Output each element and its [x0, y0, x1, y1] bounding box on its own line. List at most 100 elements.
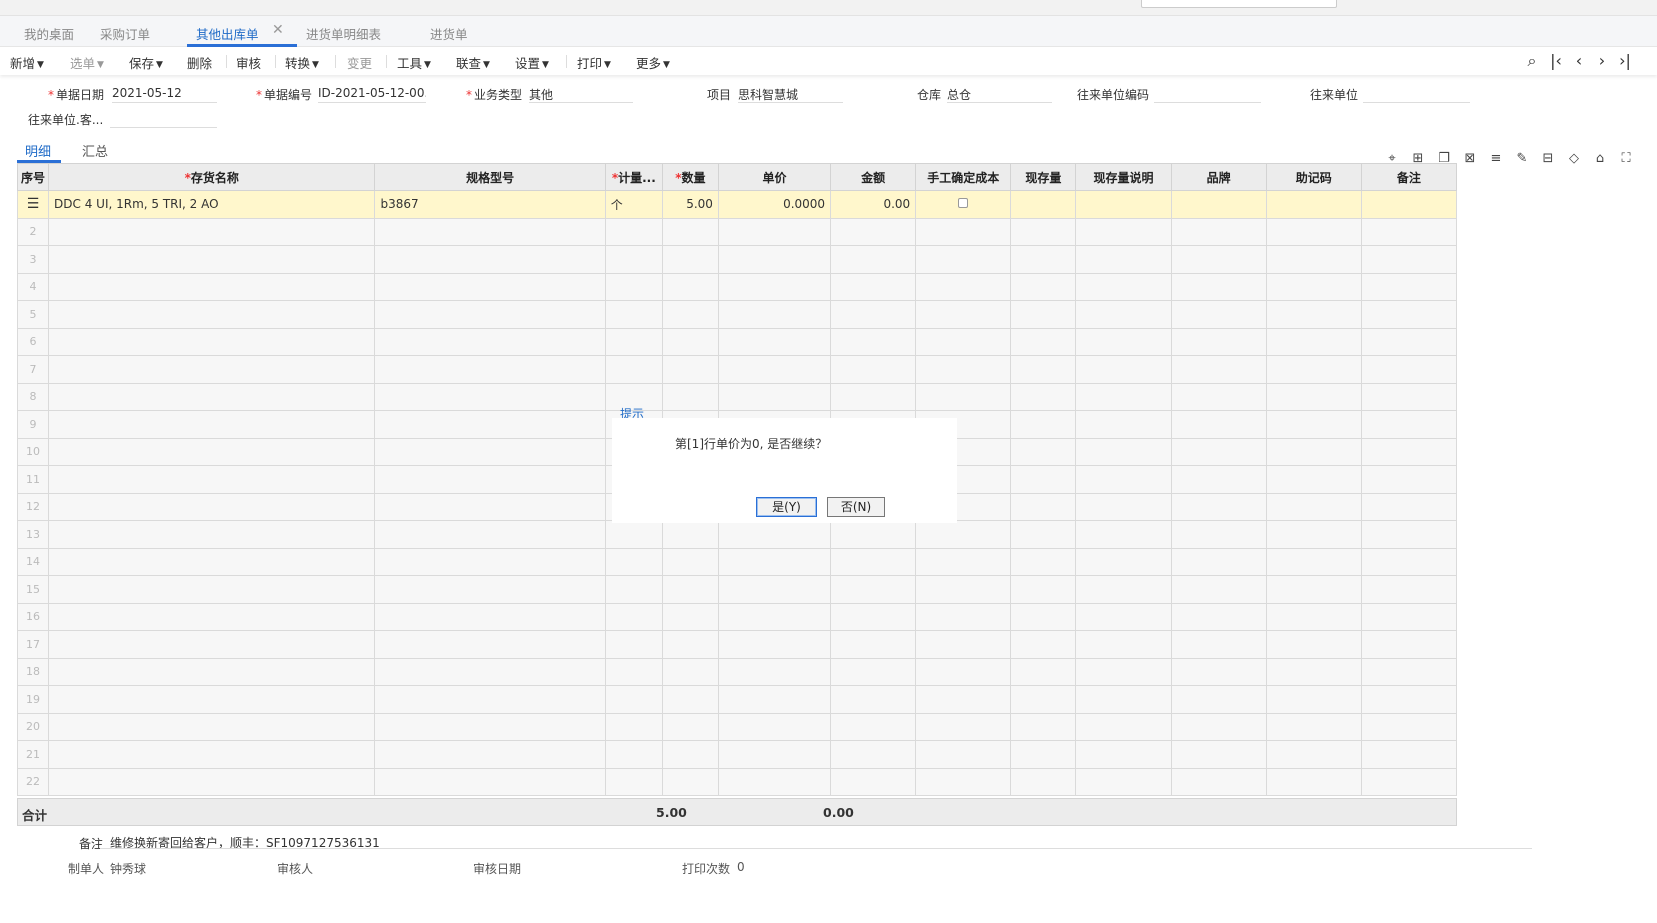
- table-cell[interactable]: [717, 657, 832, 686]
- table-cell[interactable]: [374, 685, 606, 714]
- table-cell[interactable]: [1170, 327, 1267, 356]
- table-row[interactable]: 2: [16, 217, 1458, 246]
- table-cell[interactable]: [1075, 520, 1172, 549]
- cell-remark[interactable]: [1360, 190, 1458, 219]
- table-cell[interactable]: [1075, 382, 1172, 411]
- table-cell[interactable]: [661, 685, 719, 714]
- table-cell[interactable]: [1265, 327, 1362, 356]
- table-cell[interactable]: [1075, 300, 1172, 329]
- table-cell[interactable]: [374, 272, 606, 301]
- settings-button[interactable]: 设置 ▼: [515, 53, 549, 72]
- table-cell[interactable]: [374, 465, 606, 494]
- table-cell[interactable]: [661, 630, 719, 659]
- table-cell[interactable]: [915, 355, 1012, 384]
- change-button[interactable]: 变更: [347, 53, 372, 72]
- table-cell[interactable]: [1265, 272, 1362, 301]
- table-cell[interactable]: [1360, 492, 1458, 521]
- table-cell[interactable]: [1010, 602, 1077, 631]
- table-cell[interactable]: [661, 217, 719, 246]
- table-cell[interactable]: [830, 382, 917, 411]
- table-cell[interactable]: [830, 602, 917, 631]
- table-cell[interactable]: [1010, 272, 1077, 301]
- cell-mnemonic[interactable]: [1265, 190, 1362, 219]
- fullscreen-icon[interactable]: ⛶: [1618, 151, 1634, 167]
- table-cell[interactable]: [661, 767, 719, 796]
- table-cell[interactable]: [604, 602, 663, 631]
- table-cell[interactable]: [915, 217, 1012, 246]
- last-record-icon[interactable]: ›|: [1616, 52, 1634, 70]
- table-cell[interactable]: [48, 575, 376, 604]
- table-cell[interactable]: [915, 575, 1012, 604]
- table-cell[interactable]: [915, 657, 1012, 686]
- table-cell[interactable]: [1360, 437, 1458, 466]
- table-cell[interactable]: [1075, 685, 1172, 714]
- table-cell[interactable]: [661, 575, 719, 604]
- table-cell[interactable]: [1265, 547, 1362, 576]
- table-row[interactable]: 8: [16, 382, 1458, 411]
- table-cell[interactable]: [604, 245, 663, 274]
- tag-icon[interactable]: ◇: [1566, 151, 1582, 167]
- table-cell[interactable]: [1265, 300, 1362, 329]
- cell-brand[interactable]: [1170, 190, 1267, 219]
- biz-type-field[interactable]: 其他: [529, 86, 633, 103]
- table-cell[interactable]: [374, 520, 606, 549]
- table-cell[interactable]: [604, 740, 663, 769]
- partner-field[interactable]: [1363, 86, 1470, 103]
- table-cell[interactable]: [604, 767, 663, 796]
- table-cell[interactable]: [1265, 217, 1362, 246]
- table-cell[interactable]: [1170, 355, 1267, 384]
- table-cell[interactable]: [1360, 382, 1458, 411]
- table-cell[interactable]: [374, 245, 606, 274]
- tab-receipt-detail[interactable]: 进货单明细表: [306, 24, 381, 43]
- table-cell[interactable]: [1170, 602, 1267, 631]
- table-cell[interactable]: [1265, 410, 1362, 439]
- table-cell[interactable]: [1010, 465, 1077, 494]
- table-cell[interactable]: [1360, 547, 1458, 576]
- link-query-button[interactable]: 联查 ▼: [456, 53, 490, 72]
- table-cell[interactable]: [604, 575, 663, 604]
- table-cell[interactable]: [1010, 685, 1077, 714]
- table-cell[interactable]: [1010, 217, 1077, 246]
- table-cell[interactable]: [915, 327, 1012, 356]
- table-row[interactable]: 21: [16, 740, 1458, 769]
- table-row[interactable]: 22: [16, 767, 1458, 796]
- table-cell[interactable]: [1360, 712, 1458, 741]
- warehouse-field[interactable]: 总仓: [947, 86, 1052, 103]
- table-cell[interactable]: [830, 740, 917, 769]
- table-cell[interactable]: [830, 685, 917, 714]
- col-header[interactable]: 备注: [1360, 163, 1458, 191]
- table-cell[interactable]: [915, 547, 1012, 576]
- table-cell[interactable]: [48, 740, 376, 769]
- table-cell[interactable]: [717, 740, 832, 769]
- table-cell[interactable]: [48, 630, 376, 659]
- table-cell[interactable]: [604, 272, 663, 301]
- cell-name[interactable]: DDC 4 UI, 1Rm, 5 TRI, 2 AO: [48, 190, 376, 219]
- table-cell[interactable]: [1010, 520, 1077, 549]
- col-header[interactable]: 品牌: [1170, 163, 1267, 191]
- table-cell[interactable]: [915, 602, 1012, 631]
- edit-icon[interactable]: ✎: [1514, 151, 1530, 167]
- table-cell[interactable]: [48, 272, 376, 301]
- table-cell[interactable]: [604, 547, 663, 576]
- table-cell[interactable]: [717, 602, 832, 631]
- cell-stock[interactable]: [1010, 190, 1077, 219]
- table-cell[interactable]: [1170, 657, 1267, 686]
- table-cell[interactable]: [1010, 245, 1077, 274]
- table-cell[interactable]: [1170, 575, 1267, 604]
- table-cell[interactable]: [1360, 575, 1458, 604]
- table-cell[interactable]: [1010, 630, 1077, 659]
- table-cell[interactable]: [374, 410, 606, 439]
- table-cell[interactable]: [830, 272, 917, 301]
- add-button[interactable]: 新增 ▼: [10, 53, 44, 72]
- table-cell[interactable]: [915, 685, 1012, 714]
- table-cell[interactable]: [830, 767, 917, 796]
- table-cell[interactable]: [1360, 685, 1458, 714]
- table-cell[interactable]: [48, 437, 376, 466]
- table-cell[interactable]: [1170, 685, 1267, 714]
- table-cell[interactable]: [1010, 712, 1077, 741]
- next-record-icon[interactable]: ›: [1593, 52, 1611, 70]
- save-button[interactable]: 保存 ▼: [129, 53, 163, 72]
- table-cell[interactable]: [1265, 492, 1362, 521]
- table-cell[interactable]: [48, 767, 376, 796]
- table-cell[interactable]: [661, 382, 719, 411]
